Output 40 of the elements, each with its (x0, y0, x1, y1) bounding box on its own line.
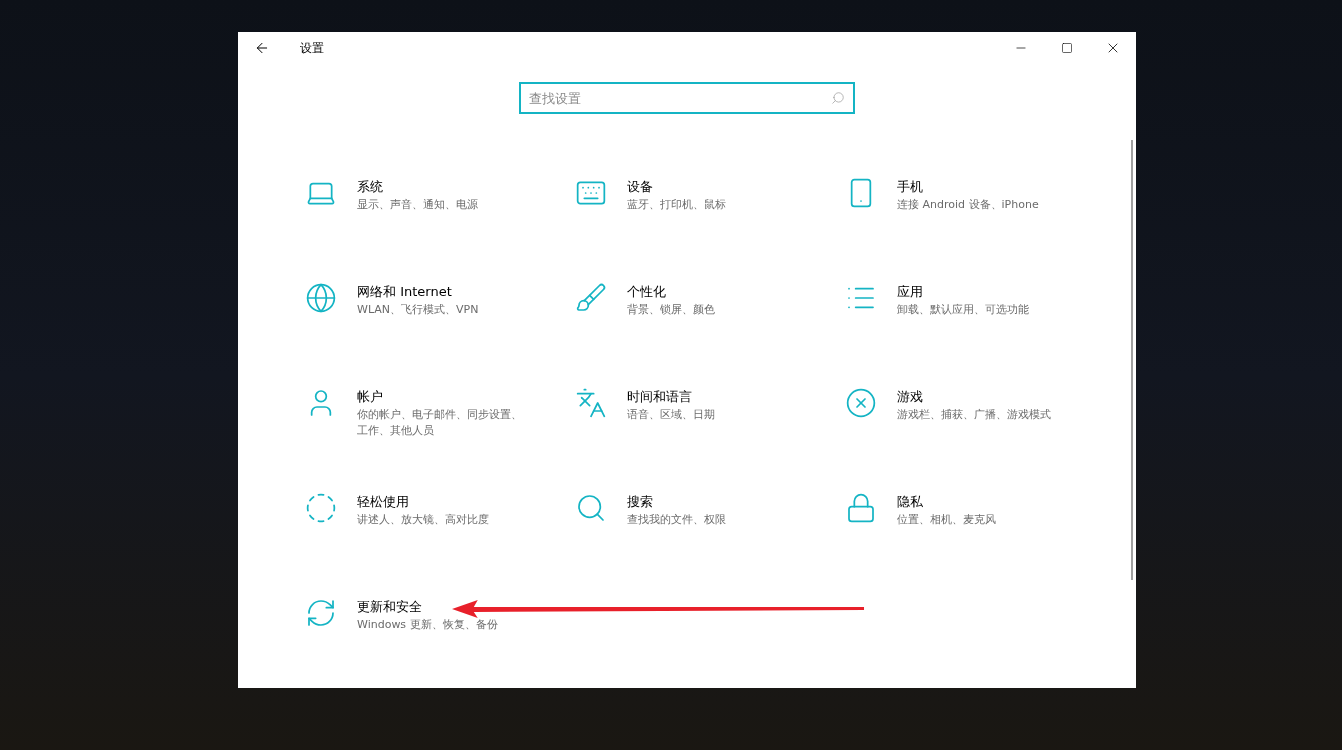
circle-x-icon (845, 387, 877, 419)
category-description: 游戏栏、捕获、广播、游戏模式 (897, 407, 1051, 423)
category-description: 卸载、默认应用、可选功能 (897, 302, 1029, 318)
category-description: 查找我的文件、权限 (627, 512, 726, 528)
category-description: 语音、区域、日期 (627, 407, 715, 423)
search-field[interactable]: 查找设置 (519, 82, 855, 114)
search-icon (831, 91, 845, 105)
back-icon (254, 40, 270, 56)
search-icon (575, 492, 607, 524)
category-description: 位置、相机、麦克风 (897, 512, 996, 528)
globe-icon (305, 282, 337, 314)
category-title[interactable]: 搜索 (627, 492, 653, 512)
category-description: Windows 更新、恢复、备份 (357, 617, 498, 633)
category-description: 讲述人、放大镜、高对比度 (357, 512, 489, 528)
category-description: WLAN、飞行模式、VPN (357, 302, 479, 318)
category-title[interactable]: 游戏 (897, 387, 923, 407)
category-description: 你的帐户、电子邮件、同步设置、工作、其他人员 (357, 407, 523, 439)
category-description: 蓝牙、打印机、鼠标 (627, 197, 726, 213)
category-title[interactable]: 更新和安全 (357, 597, 422, 617)
category-description: 背景、锁屏、颜色 (627, 302, 715, 318)
category-title[interactable]: 网络和 Internet (357, 282, 452, 302)
category-description: 显示、声音、通知、电源 (357, 197, 478, 213)
category-title[interactable]: 设备 (627, 177, 653, 197)
category-title[interactable]: 系统 (357, 177, 383, 197)
refresh-icon (305, 597, 337, 629)
paintbrush-icon (575, 282, 607, 314)
dashed-circle-icon (305, 492, 337, 524)
languages-icon (575, 387, 607, 419)
category-title[interactable]: 轻松使用 (357, 492, 409, 512)
category-title[interactable]: 时间和语言 (627, 387, 692, 407)
window-title: 设置 (300, 40, 324, 57)
category-title[interactable]: 手机 (897, 177, 923, 197)
category-title[interactable]: 个性化 (627, 282, 666, 302)
category-title[interactable]: 帐户 (357, 387, 383, 407)
category-description: 连接 Android 设备、iPhone (897, 197, 1039, 213)
category-title[interactable]: 隐私 (897, 492, 923, 512)
lock-icon (845, 492, 877, 524)
category-title[interactable]: 应用 (897, 282, 923, 302)
maximize-icon (1061, 42, 1073, 54)
scrollbar[interactable] (1131, 140, 1133, 580)
